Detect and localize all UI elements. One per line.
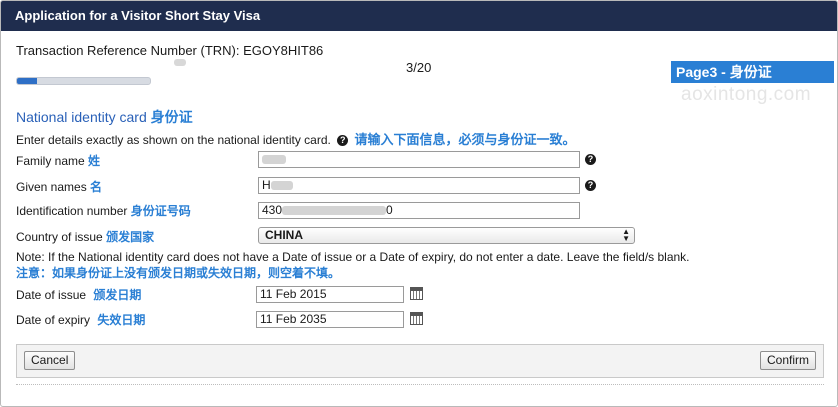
help-icon[interactable]: ? [337,135,349,147]
family-name-field[interactable] [258,151,580,168]
identification-number-label: Identification number 身份证号码 [16,202,191,219]
identification-number-field[interactable]: 430 0 [258,202,580,219]
progress-bar-fill [17,78,37,84]
button-bar: Cancel Confirm [16,344,824,378]
given-names-label-cn: 名 [90,180,103,194]
redacted-mark [282,206,387,216]
watermark: aoxintong.com [681,84,812,105]
date-of-expiry-value: 11 Feb 2035 [260,312,327,326]
redacted-mark [270,181,293,191]
visa-application-window: Application for a Visitor Short Stay Vis… [0,0,838,407]
given-names-label-en: Given names [16,180,87,194]
divider [16,384,824,385]
identification-number-label-cn: 身份证号码 [130,204,191,218]
section-title-en: National identity card [16,109,147,125]
section-title: National identity card 身份证 [16,107,193,127]
given-names-field[interactable]: H [258,177,580,194]
given-names-value: H [262,178,271,192]
family-name-label: Family name 姓 [16,152,100,169]
country-of-issue-label-cn: 颁发国家 [106,230,155,244]
family-name-label-cn: 姓 [88,154,101,168]
country-of-issue-select[interactable]: CHINA ▲ ▼ [258,227,635,244]
redacted-mark [174,59,186,66]
help-icon[interactable]: ? [585,154,596,165]
calendar-icon[interactable] [410,287,423,300]
calendar-icon[interactable] [410,312,423,325]
date-note: Note: If the National identity card does… [16,250,690,264]
country-of-issue-value: CHINA [265,228,303,242]
help-icon[interactable]: ? [585,180,596,191]
window-title: Application for a Visitor Short Stay Vis… [1,1,837,31]
page-annotation-badge: Page3 - 身份证 [671,61,834,83]
trn-label: Transaction Reference Number (TRN): EGOY… [16,43,324,58]
page-indicator: 3/20 [406,60,432,75]
family-name-label-en: Family name [16,154,85,168]
instruction-text-cn: 请输入下面信息，必须与身份证一致。 [354,132,576,147]
given-names-label: Given names 名 [16,178,102,195]
date-of-expiry-label-cn: 失效日期 [97,313,146,327]
date-of-expiry-label: Date of expiry 失效日期 [16,311,145,328]
date-of-issue-field[interactable]: 11 Feb 2015 [256,286,404,303]
identification-number-value-start: 430 [262,203,283,217]
instruction-line: Enter details exactly as shown on the na… [16,129,576,148]
progress-bar [16,77,151,85]
select-arrows-icon: ▲ ▼ [622,227,630,243]
date-of-expiry-label-en: Date of expiry [16,313,91,327]
redacted-mark [262,155,286,165]
section-title-cn: 身份证 [150,109,193,125]
cancel-button[interactable]: Cancel [24,351,76,370]
country-of-issue-label-en: Country of issue [16,230,103,244]
date-of-issue-label-cn: 颁发日期 [93,288,142,302]
date-note-cn: 注意：如果身份证上没有颁发日期或失效日期，则空着不填。 [16,266,341,280]
date-of-expiry-field[interactable]: 11 Feb 2035 [256,311,404,328]
date-of-issue-value: 11 Feb 2015 [260,287,327,301]
instruction-text: Enter details exactly as shown on the na… [16,133,331,147]
date-of-issue-label-en: Date of issue [16,288,87,302]
country-of-issue-label: Country of issue 颁发国家 [16,228,154,245]
date-of-issue-label: Date of issue 颁发日期 [16,286,141,303]
identification-number-value-end: 0 [386,203,393,217]
identification-number-label-en: Identification number [16,204,128,218]
confirm-button[interactable]: Confirm [759,351,816,370]
